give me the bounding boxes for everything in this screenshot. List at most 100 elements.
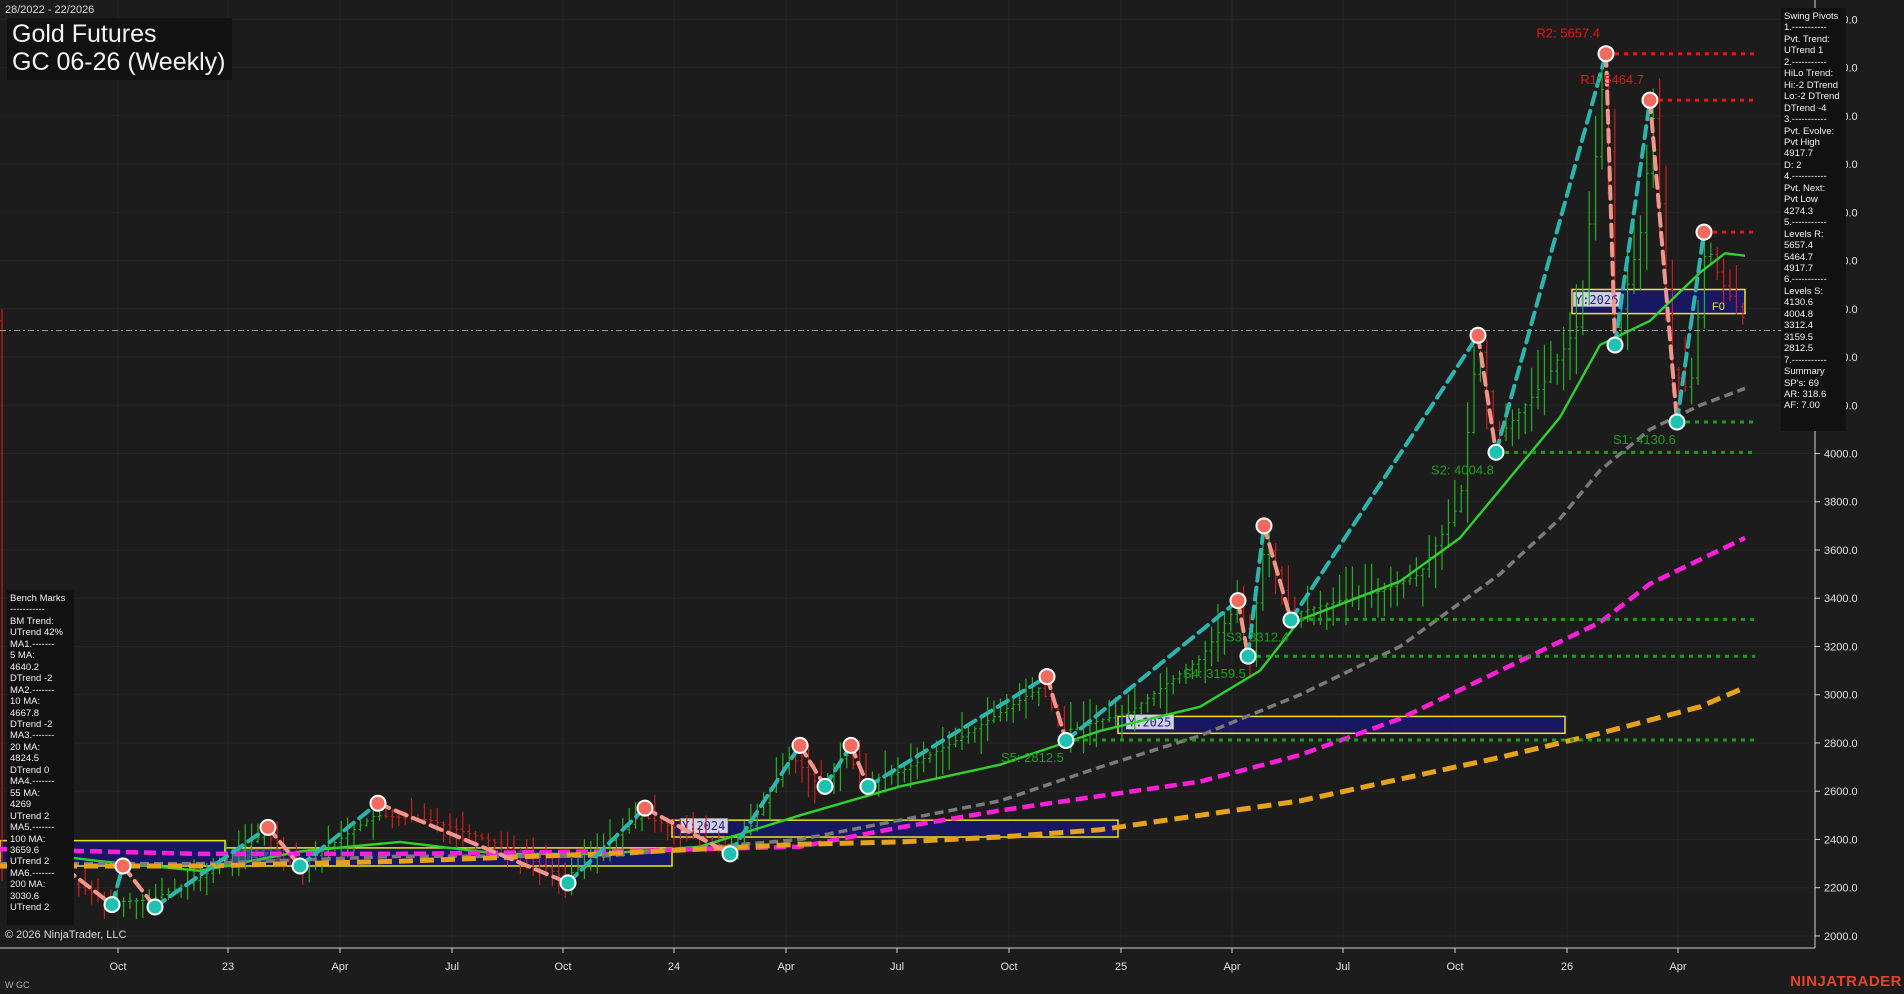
swing-pivots-line: SP's: 69 xyxy=(1784,377,1820,389)
benchmarks-line: 4667.8 xyxy=(10,707,40,719)
swing-low-marker xyxy=(1282,611,1300,629)
benchmarks-line: Bench Marks xyxy=(10,593,66,604)
swing-high-marker xyxy=(1695,223,1713,241)
swing-pivots-line: HiLo Trend: xyxy=(1784,68,1834,80)
swing-pivots-line: Levels S: xyxy=(1784,285,1824,297)
instrument-code: W GC xyxy=(5,980,30,990)
benchmarks-line: 200 MA: xyxy=(10,879,46,891)
swing-low-marker xyxy=(1668,413,1686,431)
chart-title-box: Gold Futures GC 06-26 (Weekly) xyxy=(7,18,232,80)
chart-annotation: F0 xyxy=(1712,301,1725,313)
swing-low-marker xyxy=(291,857,309,875)
benchmarks-line: 20 MA: xyxy=(10,741,41,753)
resistance-level-label: R2: 5657.4 xyxy=(1536,26,1600,41)
benchmarks-line: UTrend 2 xyxy=(10,810,50,822)
x-tick-label: Jul xyxy=(1336,961,1350,973)
swing-pivots-line: 4274.3 xyxy=(1784,205,1814,217)
swing-pivots-line: 5657.4 xyxy=(1784,240,1814,252)
swing-pivots-line: 2812.5 xyxy=(1784,343,1814,355)
benchmarks-line: 10 MA: xyxy=(10,696,41,708)
swing-pivots-line: 5464.7 xyxy=(1784,251,1814,263)
benchmarks-panel: Bench Marks ----------- BM Trend: UTrend 42… xyxy=(7,590,74,925)
benchmarks-line: 55 MA: xyxy=(10,787,41,799)
year-box xyxy=(1117,715,1566,735)
swing-high-marker xyxy=(114,857,132,875)
x-tick-label: Jul xyxy=(890,961,904,973)
benchmarks-line: 4269 xyxy=(10,799,32,811)
swing-pivots-line: Pvt High xyxy=(1784,136,1820,148)
benchmarks-line: DTrend 0 xyxy=(10,764,50,776)
swing-pivots-line: 3312.4 xyxy=(1784,320,1814,332)
swing-low-marker xyxy=(816,777,834,795)
swing-pivots-line: Hi:-2 DTrend xyxy=(1784,79,1839,91)
swing-pivots-line: Pvt. Evolve: xyxy=(1784,125,1835,137)
benchmarks-line: DTrend -2 xyxy=(10,673,53,685)
benchmarks-line: MA3.------- xyxy=(10,730,55,742)
swing-low-marker xyxy=(146,898,164,916)
chart-title-name: Gold Futures xyxy=(12,20,157,48)
swing-pivots-line: AR: 318.6 xyxy=(1784,388,1827,400)
swing-high-marker xyxy=(1255,517,1273,535)
benchmarks-line: 5 MA: xyxy=(10,650,35,662)
swing-low-marker xyxy=(1057,732,1075,750)
x-tick-label: Apr xyxy=(777,961,794,973)
benchmarks-line: 3030.6 xyxy=(10,890,40,902)
x-tick-label: Oct xyxy=(1446,961,1463,973)
swing-low-marker xyxy=(103,896,121,914)
swing-high-marker xyxy=(1597,45,1615,63)
swing-pivots-line: 6.----------- xyxy=(1784,274,1827,286)
benchmarks-line: UTrend 2 xyxy=(10,856,50,868)
y-tick-label: 2600.0 xyxy=(1824,786,1858,798)
y-tick-label: 2400.0 xyxy=(1824,834,1858,846)
x-tick-label: Oct xyxy=(1000,961,1017,973)
y-tick-label: 3800.0 xyxy=(1824,497,1858,509)
benchmarks-line: 4640.2 xyxy=(10,661,40,673)
swing-pivots-line: Pvt. Trend: xyxy=(1784,33,1830,45)
swing-pivots-line: DTrend -4 xyxy=(1784,102,1827,114)
support-level-label: S3: 3312.4 xyxy=(1226,629,1289,644)
swing-high-marker xyxy=(791,736,809,754)
benchmarks-line: UTrend 42% xyxy=(10,627,63,639)
support-level-label: S2: 4004.8 xyxy=(1431,462,1494,477)
swing-pivots-line: 7.----------- xyxy=(1784,354,1827,366)
support-level-label: S1: 4130.6 xyxy=(1613,432,1676,447)
x-tick-label: 24 xyxy=(668,961,680,973)
price-chart[interactable]: Y:2023Y:2024Y:2025Y:2026 R2: 5657.4R1: 5… xyxy=(0,0,1904,994)
swing-pivots-line: Summary xyxy=(1784,366,1825,378)
swing-high-marker xyxy=(636,799,654,817)
swing-pivots-line: UTrend 1 xyxy=(1784,45,1824,57)
swing-pivots-line: 3159.5 xyxy=(1784,331,1814,343)
benchmarks-line: MA6.------- xyxy=(10,867,55,879)
benchmarks-line: UTrend 2 xyxy=(10,902,50,914)
x-tick-label: Apr xyxy=(1223,961,1240,973)
y-tick-label: 2200.0 xyxy=(1824,883,1858,895)
swing-pivots-line: Levels R: xyxy=(1784,228,1824,240)
swing-pivots-line: Lo:-2 DTrend xyxy=(1784,91,1840,103)
y-tick-label: 2000.0 xyxy=(1824,931,1858,943)
y-tick-label: 4000.0 xyxy=(1824,448,1858,460)
x-tick-label: 23 xyxy=(222,961,234,973)
swing-low-marker xyxy=(1606,336,1624,354)
x-tick-label: 26 xyxy=(1561,961,1573,973)
swing-pivots-panel: Swing Pivots 1.----------- Pvt. Trend: UTre… xyxy=(1781,8,1846,431)
swing-high-marker xyxy=(259,818,277,836)
swing-low-marker xyxy=(859,777,877,795)
swing-pivots-line: Pvt Low xyxy=(1784,194,1818,206)
benchmarks-line: 4824.5 xyxy=(10,753,40,765)
date-range: 28/2022 - 22/2026 xyxy=(5,4,95,16)
swing-low-marker xyxy=(1487,443,1505,461)
benchmarks-line: ----------- xyxy=(10,604,45,616)
benchmarks-line: 3659.6 xyxy=(10,844,40,856)
copyright-text: © 2026 NinjaTrader, LLC xyxy=(5,929,127,941)
swing-pivots-line: 4004.8 xyxy=(1784,308,1814,320)
x-tick-label: Oct xyxy=(554,961,571,973)
ninjatrader-logo: NINJATRADER xyxy=(1790,973,1902,990)
benchmarks-line: MA2.------- xyxy=(10,684,55,696)
swing-pivots-line: Pvt. Next: xyxy=(1784,182,1826,194)
y-tick-label: 3000.0 xyxy=(1824,690,1858,702)
swing-high-marker xyxy=(1641,91,1659,109)
swing-pivots-line: 4917.7 xyxy=(1784,148,1814,160)
swing-pivots-line: 4130.6 xyxy=(1784,297,1814,309)
y-tick-label: 3400.0 xyxy=(1824,593,1858,605)
chart-title-contract: GC 06-26 (Weekly) xyxy=(12,48,226,76)
